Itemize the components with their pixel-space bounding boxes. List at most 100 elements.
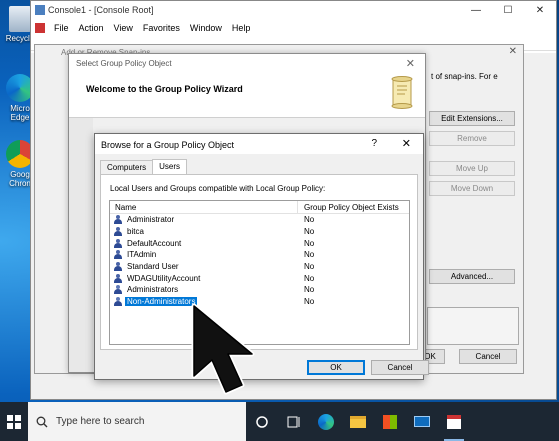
list-item-gpo-exists: No — [304, 262, 315, 272]
list-item[interactable]: bitca No — [110, 226, 409, 238]
mail-icon — [414, 416, 430, 427]
column-header-name[interactable]: Name — [110, 201, 298, 213]
move-down-button[interactable]: Move Down — [429, 181, 515, 196]
list-item[interactable]: Administrator No — [110, 214, 409, 226]
column-header-gpo-exists[interactable]: Group Policy Object Exists — [298, 201, 399, 213]
list-item-name-cell: WDAGUtilityAccount — [110, 273, 298, 283]
wizard-heading: Welcome to the Group Policy Wizard — [86, 84, 243, 94]
snapins-description: t of snap-ins. For e — [431, 72, 498, 81]
close-icon[interactable]: ✕ — [402, 137, 411, 150]
console-titlebar[interactable]: Console1 - [Console Root] — ☐ ✕ — [31, 1, 556, 19]
taskbar-store-button[interactable] — [374, 402, 406, 441]
list-item-gpo-exists: No — [304, 297, 315, 307]
menu-view[interactable]: View — [109, 23, 138, 33]
list-item-name: bitca — [127, 227, 144, 237]
list-item-name: Administrators — [127, 285, 179, 295]
desktop-icon-label: Goog Chron — [9, 170, 31, 188]
widgets-button[interactable] — [278, 402, 310, 441]
wizard-titlebar[interactable]: Select Group Policy Object ✕ — [69, 54, 425, 74]
browse-title: Browse for a Group Policy Object — [101, 140, 235, 150]
wizard-title: Select Group Policy Object — [76, 59, 172, 68]
mmc-icon — [35, 5, 45, 15]
start-button[interactable] — [0, 402, 28, 441]
list-item-name-cell: DefaultAccount — [110, 238, 298, 248]
console-title: Console1 - [Console Root] — [48, 5, 154, 15]
close-icon[interactable]: ✕ — [406, 57, 415, 70]
list-item-gpo-exists: No — [304, 227, 315, 237]
list-item[interactable]: WDAGUtilityAccount No — [110, 272, 409, 284]
user-icon — [113, 250, 123, 260]
list-item-name: ITAdmin — [127, 250, 157, 260]
list-item-name: WDAGUtilityAccount — [127, 273, 201, 283]
task-view-button[interactable] — [246, 402, 278, 441]
maximize-button[interactable]: ☐ — [492, 5, 524, 16]
user-icon — [113, 215, 123, 225]
user-icon — [113, 273, 123, 283]
taskbar-edge-button[interactable] — [310, 402, 342, 441]
snapins-cancel-button[interactable]: Cancel — [459, 349, 517, 364]
browse-titlebar[interactable]: Browse for a Group Policy Object ? ✕ — [95, 134, 423, 154]
taskbar-file-explorer-button[interactable] — [342, 402, 374, 441]
help-icon[interactable]: ? — [371, 138, 377, 149]
menu-file[interactable]: File — [49, 23, 74, 33]
list-item-name: DefaultAccount — [127, 238, 182, 248]
ok-button[interactable]: OK — [307, 360, 365, 375]
user-group-icon — [113, 297, 123, 307]
mmc-icon — [447, 414, 461, 429]
list-item-gpo-exists: No — [304, 273, 315, 283]
list-item[interactable]: Standard User No — [110, 261, 409, 273]
menu-bar: File Action View Favorites Window Help — [31, 19, 556, 37]
remove-button[interactable]: Remove — [429, 131, 515, 146]
taskbar-mail-button[interactable] — [406, 402, 438, 441]
windows-logo-icon — [7, 414, 21, 429]
list-item-name-cell: Standard User — [110, 262, 298, 272]
task-view-icon — [256, 415, 268, 428]
list-item[interactable]: Administrators No — [110, 284, 409, 296]
menu-help[interactable]: Help — [227, 23, 256, 33]
close-button[interactable]: ✕ — [524, 5, 556, 16]
panel-caption: Local Users and Groups compatible with L… — [110, 184, 326, 193]
tab-users[interactable]: Users — [152, 159, 188, 174]
recycle-bin-icon — [9, 6, 31, 32]
scroll-icon — [391, 76, 413, 109]
mouse-pointer-icon — [191, 303, 255, 395]
list-item-name: Standard User — [127, 262, 179, 272]
menu-action[interactable]: Action — [74, 23, 109, 33]
close-icon[interactable]: ✕ — [509, 46, 517, 57]
list-item-gpo-exists: No — [304, 215, 315, 225]
list-item[interactable]: ITAdmin No — [110, 249, 409, 261]
desktop-icon-label: Micro Edge — [10, 104, 30, 122]
list-item-name: Administrator — [127, 215, 175, 225]
folder-icon — [350, 415, 366, 428]
app-menu-icon[interactable] — [35, 23, 45, 33]
list-item-name-cell: ITAdmin — [110, 250, 298, 260]
timeline-icon — [287, 416, 300, 427]
search-placeholder: Type here to search — [56, 416, 145, 427]
list-item-name-cell: bitca — [110, 227, 298, 237]
move-up-button[interactable]: Move Up — [429, 161, 515, 176]
user-icon — [113, 262, 123, 272]
listview-header: Name Group Policy Object Exists — [110, 201, 409, 214]
menu-favorites[interactable]: Favorites — [138, 23, 185, 33]
tab-strip: Computers Users — [100, 159, 188, 174]
user-icon — [113, 238, 123, 248]
list-item-gpo-exists: No — [304, 285, 315, 295]
taskbar-mmc-button[interactable] — [438, 402, 470, 441]
edit-extensions-button[interactable]: Edit Extensions... — [429, 111, 515, 126]
user-icon — [113, 227, 123, 237]
list-item-name-cell: Administrators — [110, 285, 298, 295]
wizard-header: Welcome to the Group Policy Wizard — [69, 74, 425, 118]
taskbar-search-box[interactable]: Type here to search — [28, 402, 246, 441]
cancel-button[interactable]: Cancel — [371, 360, 429, 375]
tab-computers[interactable]: Computers — [100, 160, 154, 174]
edge-icon — [318, 413, 334, 430]
list-item[interactable]: DefaultAccount No — [110, 237, 409, 249]
menu-window[interactable]: Window — [185, 23, 227, 33]
snapin-description-box — [427, 307, 519, 345]
advanced-button[interactable]: Advanced... — [429, 269, 515, 284]
search-icon — [36, 416, 48, 427]
wizard-left-panel — [69, 118, 93, 372]
minimize-button[interactable]: — — [460, 5, 492, 16]
list-item-name-cell: Administrator — [110, 215, 298, 225]
list-item-gpo-exists: No — [304, 250, 315, 260]
